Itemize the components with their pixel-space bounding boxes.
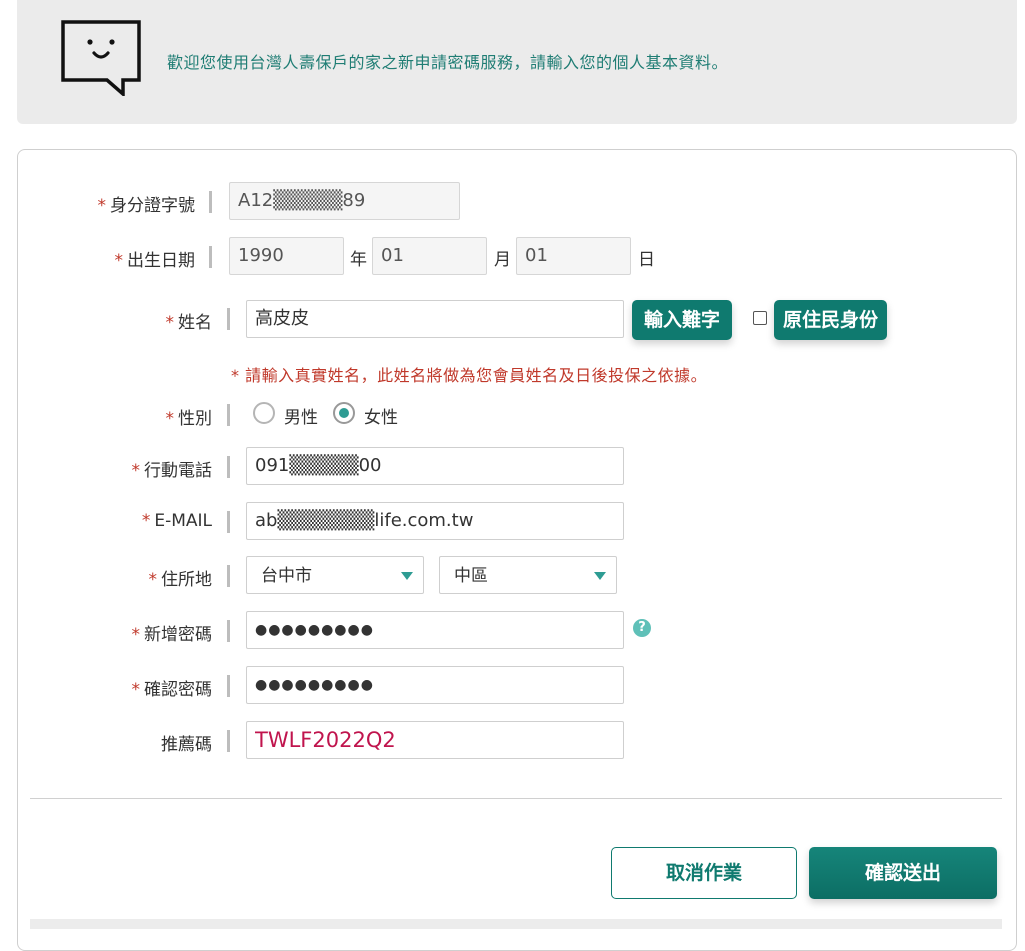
welcome-text: 歡迎您使用台灣人壽保戶的家之新申請密碼服務，請輸入您的個人基本資料。 — [167, 53, 729, 72]
new-password-label: * 新增密碼 — [131, 625, 213, 645]
indigenous-button[interactable]: 原住民身份 — [774, 300, 887, 340]
form-divider — [30, 798, 1002, 799]
gender-male-label[interactable]: 男性 — [284, 403, 318, 428]
day-unit: 日 — [638, 250, 655, 270]
chevron-down-icon — [401, 572, 413, 580]
gender-female-radio[interactable] — [333, 402, 355, 424]
name-input[interactable] — [246, 300, 624, 338]
id-number-input[interactable] — [229, 182, 460, 220]
chevron-down-icon — [594, 572, 606, 580]
gender-female-label[interactable]: 女性 — [364, 403, 398, 428]
referral-input[interactable] — [246, 721, 624, 759]
label-separator — [209, 246, 212, 268]
smiley-chat-icon — [61, 20, 141, 96]
new-password-input[interactable] — [246, 611, 624, 649]
address-label: * 住所地 — [148, 570, 213, 590]
submit-button[interactable]: 確認送出 — [809, 847, 997, 899]
referral-label: 推薦碼 — [161, 735, 212, 755]
label-separator — [227, 565, 230, 587]
name-label: * 姓名 — [165, 313, 213, 333]
city-value: 台中市 — [261, 566, 312, 586]
gender-male-radio[interactable] — [253, 402, 275, 424]
birth-year-input[interactable] — [229, 237, 344, 275]
gender-label: * 性別 — [165, 409, 213, 429]
email-input[interactable] — [246, 502, 624, 540]
footer-strip — [30, 919, 1002, 929]
label-separator — [227, 456, 230, 478]
label-separator — [227, 675, 230, 697]
city-select[interactable]: 台中市 — [246, 556, 424, 594]
label-separator — [227, 308, 230, 330]
rare-char-button[interactable]: 輸入難字 — [632, 300, 732, 340]
birth-day-input[interactable] — [516, 237, 631, 275]
name-note: * 請輸入真實姓名，此姓名將做為您會員姓名及日後投保之依據。 — [231, 366, 708, 385]
label-separator — [227, 730, 230, 752]
birth-month-input[interactable] — [372, 237, 487, 275]
confirm-password-label: * 確認密碼 — [131, 680, 213, 700]
district-select[interactable]: 中區 — [439, 556, 617, 594]
mobile-label: * 行動電話 — [131, 461, 213, 481]
label-separator — [227, 511, 230, 533]
year-unit: 年 — [350, 250, 367, 270]
label-separator — [227, 404, 230, 426]
confirm-password-input[interactable] — [246, 666, 624, 704]
cancel-button[interactable]: 取消作業 — [611, 847, 797, 899]
birth-date-label: * 出生日期 — [114, 251, 196, 271]
mobile-input[interactable] — [246, 447, 624, 485]
id-number-label: * 身分證字號 — [97, 196, 196, 216]
help-icon[interactable]: ? — [633, 619, 651, 637]
month-unit: 月 — [494, 250, 511, 270]
email-label: * E-MAIL — [141, 511, 212, 531]
label-separator — [227, 620, 230, 642]
district-value: 中區 — [454, 566, 488, 586]
label-separator — [209, 191, 212, 213]
indigenous-checkbox[interactable] — [753, 311, 767, 325]
welcome-banner: 歡迎您使用台灣人壽保戶的家之新申請密碼服務，請輸入您的個人基本資料。 — [17, 0, 1017, 124]
